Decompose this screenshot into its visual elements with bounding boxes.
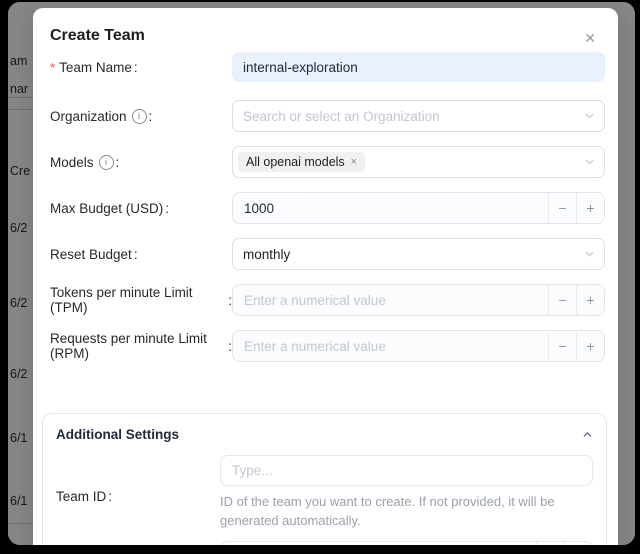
decrement-button[interactable]: − bbox=[548, 331, 576, 361]
team-name-input[interactable] bbox=[232, 52, 605, 82]
chevron-up-icon bbox=[582, 429, 593, 440]
team-id-label: Team ID : bbox=[56, 455, 220, 531]
reset-budget-label: Reset Budget : bbox=[50, 247, 232, 262]
models-label: Models i : bbox=[50, 155, 232, 170]
team-member-budget-row: Team Member Budget (USD) ? : − + bbox=[56, 541, 593, 545]
rpm-label: Requests per minute Limit (RPM) : bbox=[50, 331, 232, 361]
team-member-budget-input[interactable] bbox=[221, 542, 536, 545]
team-id-row: Team ID : ID of the team you want to cre… bbox=[56, 455, 593, 531]
chevron-down-icon bbox=[584, 157, 595, 168]
organization-row: Organization i : Search or select an Org… bbox=[50, 100, 605, 132]
modal-header: Create Team ✕ bbox=[33, 8, 618, 47]
team-name-row: * Team Name : bbox=[50, 52, 605, 82]
increment-button[interactable]: + bbox=[576, 285, 604, 315]
chevron-down-icon bbox=[584, 249, 595, 260]
models-multiselect[interactable]: All openai models × bbox=[232, 146, 605, 178]
rpm-stepper: − + bbox=[232, 330, 605, 362]
tpm-label: Tokens per minute Limit (TPM) : bbox=[50, 285, 232, 315]
additional-settings-toggle[interactable]: Additional Settings bbox=[56, 427, 593, 442]
organization-label: Organization i : bbox=[50, 109, 232, 124]
max-budget-stepper: − + bbox=[232, 192, 605, 224]
close-icon[interactable]: ✕ bbox=[580, 29, 600, 47]
team-name-label: * Team Name : bbox=[50, 60, 232, 75]
reset-budget-row: Reset Budget : monthly bbox=[50, 238, 605, 270]
tpm-row: Tokens per minute Limit (TPM) : − + bbox=[50, 284, 605, 316]
rpm-input[interactable] bbox=[233, 331, 548, 361]
increment-button[interactable]: + bbox=[576, 193, 604, 223]
selected-model-tag: All openai models × bbox=[238, 152, 365, 172]
browser-window: amnarCre6/26/26/26/16/1 Create Team ✕ * … bbox=[8, 2, 635, 545]
info-icon[interactable]: i bbox=[99, 155, 114, 170]
max-budget-input[interactable] bbox=[233, 193, 548, 223]
tpm-stepper: − + bbox=[232, 284, 605, 316]
tpm-input[interactable] bbox=[233, 285, 548, 315]
models-row: Models i : All openai models × bbox=[50, 146, 605, 178]
max-budget-row: Max Budget (USD) : − + bbox=[50, 192, 605, 224]
additional-settings-panel: Additional Settings Team ID : ID of the … bbox=[42, 413, 607, 545]
reset-budget-select[interactable]: monthly bbox=[232, 238, 605, 270]
max-budget-label: Max Budget (USD) : bbox=[50, 201, 232, 216]
remove-tag-icon[interactable]: × bbox=[351, 155, 357, 169]
team-id-input[interactable] bbox=[220, 455, 593, 486]
required-mark: * bbox=[50, 60, 55, 75]
increment-button[interactable]: + bbox=[564, 542, 592, 545]
additional-settings-heading: Additional Settings bbox=[56, 427, 179, 442]
team-id-help-text: ID of the team you want to create. If no… bbox=[220, 493, 593, 531]
decrement-button[interactable]: − bbox=[548, 285, 576, 315]
organization-select[interactable]: Search or select an Organization bbox=[232, 100, 605, 132]
decrement-button[interactable]: − bbox=[536, 542, 564, 545]
create-team-modal: Create Team ✕ * Team Name : Organization bbox=[33, 8, 618, 545]
modal-title: Create Team bbox=[50, 26, 145, 45]
create-team-form: * Team Name : Organization i : Search or bbox=[33, 52, 618, 545]
info-icon[interactable]: i bbox=[132, 109, 147, 124]
increment-button[interactable]: + bbox=[576, 331, 604, 361]
team-member-budget-label: Team Member Budget (USD) ? : bbox=[56, 541, 220, 545]
rpm-row: Requests per minute Limit (RPM) : − + bbox=[50, 330, 605, 362]
decrement-button[interactable]: − bbox=[548, 193, 576, 223]
team-member-budget-stepper: − + bbox=[220, 541, 593, 545]
chevron-down-icon bbox=[584, 111, 595, 122]
